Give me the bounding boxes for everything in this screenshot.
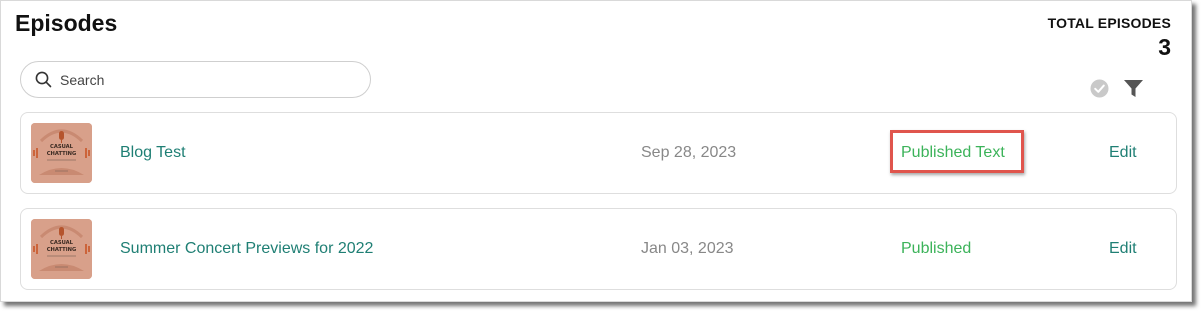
search-icon xyxy=(35,71,52,88)
episode-thumbnail: CASUAL CHATTING xyxy=(31,123,92,183)
edit-link[interactable]: Edit xyxy=(1109,240,1137,258)
edit-link[interactable]: Edit xyxy=(1109,144,1137,162)
filter-icon[interactable] xyxy=(1123,78,1144,99)
page-title: Episodes xyxy=(15,10,118,36)
episode-row[interactable]: CASUAL CHATTING Blog Test Sep 28, 2023 P… xyxy=(20,112,1177,194)
episode-status: Published Text xyxy=(901,144,1005,161)
episode-date: Jan 03, 2023 xyxy=(641,240,734,257)
total-episodes-count: 3 xyxy=(1158,34,1171,60)
episode-thumbnail: CASUAL CHATTING xyxy=(31,219,92,279)
total-episodes-label: TOTAL EPISODES xyxy=(1047,15,1171,31)
search-input[interactable] xyxy=(60,71,340,88)
svg-text:CHATTING: CHATTING xyxy=(47,151,77,157)
svg-text:CASUAL: CASUAL xyxy=(50,240,74,246)
episode-date: Sep 28, 2023 xyxy=(641,144,737,161)
episodes-panel: Episodes TOTAL EPISODES 3 Search CASUAL … xyxy=(0,0,1192,302)
episode-row[interactable]: CASUAL CHATTING Summer Concert Previews … xyxy=(20,208,1177,290)
search-box[interactable] xyxy=(20,61,371,98)
episode-status: Published xyxy=(901,240,972,257)
svg-text:CHATTING: CHATTING xyxy=(47,247,77,253)
episode-title-link[interactable]: Summer Concert Previews for 2022 xyxy=(120,240,373,258)
svg-text:CASUAL: CASUAL xyxy=(50,144,74,150)
check-circle-icon[interactable] xyxy=(1090,79,1109,98)
episode-title-link[interactable]: Blog Test xyxy=(120,144,186,162)
